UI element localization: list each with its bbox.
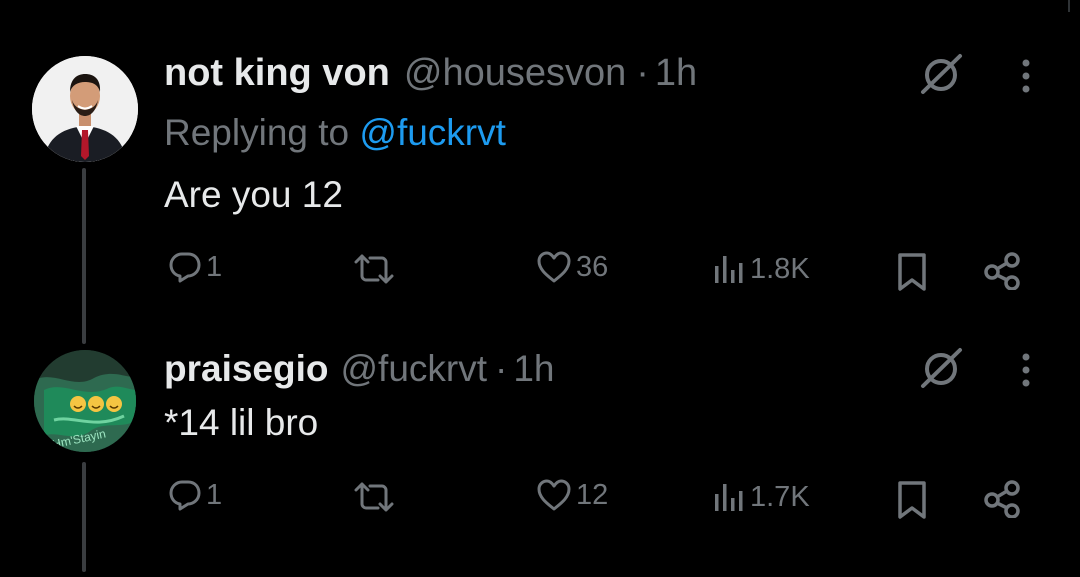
- timestamp[interactable]: 1h: [655, 52, 697, 95]
- repost-icon: [354, 482, 394, 512]
- tweet-header: not king von @housesvon · 1h: [164, 52, 697, 95]
- reply-icon: [169, 480, 201, 511]
- tweet-header: praisegio @fuckrvt · 1h: [164, 348, 555, 390]
- man-in-suit-avatar-icon: [32, 56, 138, 162]
- like-button[interactable]: 36: [536, 250, 608, 284]
- separator-dot: ·: [495, 348, 508, 389]
- tweet[interactable]: Hm'Stayin praisegio @fuckrvt · 1h *14 li…: [0, 330, 1080, 577]
- more-options-icon[interactable]: [1018, 58, 1034, 94]
- bookmark-icon: [898, 253, 926, 291]
- like-count: 36: [576, 250, 609, 283]
- repost-icon: [354, 254, 394, 284]
- like-button[interactable]: 12: [536, 478, 608, 512]
- avatar[interactable]: [32, 56, 138, 162]
- share-icon: [984, 480, 1020, 518]
- tweet-actions: 1 12 1.7K: [160, 478, 1040, 520]
- share-icon: [984, 252, 1020, 290]
- user-handle[interactable]: @fuckrvt: [341, 348, 488, 390]
- view-count: 1.8K: [750, 252, 810, 285]
- separator-dot: ·: [636, 52, 649, 94]
- replying-prefix: Replying to: [164, 112, 360, 153]
- view-count: 1.7K: [750, 480, 810, 513]
- bookmark-button[interactable]: [896, 480, 928, 520]
- grok-icon[interactable]: [918, 52, 966, 96]
- grok-icon[interactable]: [918, 346, 966, 390]
- share-button[interactable]: [982, 252, 1022, 290]
- more-options-icon[interactable]: [1018, 352, 1034, 388]
- views-icon: [715, 484, 743, 511]
- heart-icon: [537, 251, 571, 283]
- tweet[interactable]: not king von @housesvon · 1h Replying to…: [0, 0, 1080, 330]
- reply-button[interactable]: 1: [168, 478, 222, 512]
- repost-button[interactable]: [352, 480, 396, 514]
- replying-to: Replying to @fuckrvt: [164, 112, 506, 154]
- replying-mention-link[interactable]: @fuckrvt: [359, 112, 506, 153]
- like-count: 12: [576, 478, 609, 511]
- tweet-text: *14 lil bro: [164, 402, 319, 443]
- user-handle[interactable]: @housesvon: [404, 52, 626, 95]
- bookmark-icon: [898, 481, 926, 519]
- green-flag-emoji-avatar-icon: Hm'Stayin: [34, 350, 136, 452]
- heart-icon: [537, 479, 571, 511]
- display-name[interactable]: not king von: [164, 52, 390, 95]
- bookmark-button[interactable]: [896, 252, 928, 292]
- tweet-text: Are you 12: [164, 174, 343, 215]
- reply-icon: [169, 252, 201, 283]
- share-button[interactable]: [982, 480, 1022, 518]
- reply-button[interactable]: 1: [168, 250, 222, 284]
- tweet-actions: 1 36 1.8K: [160, 250, 1040, 292]
- reply-count: 1: [206, 478, 223, 511]
- views-button[interactable]: 1.7K: [712, 480, 810, 514]
- display-name[interactable]: praisegio: [164, 348, 329, 390]
- views-button[interactable]: 1.8K: [712, 252, 810, 286]
- avatar[interactable]: Hm'Stayin: [34, 350, 136, 452]
- reply-count: 1: [206, 250, 223, 283]
- timestamp[interactable]: 1h: [513, 348, 554, 390]
- views-icon: [715, 256, 743, 283]
- repost-button[interactable]: [352, 252, 396, 286]
